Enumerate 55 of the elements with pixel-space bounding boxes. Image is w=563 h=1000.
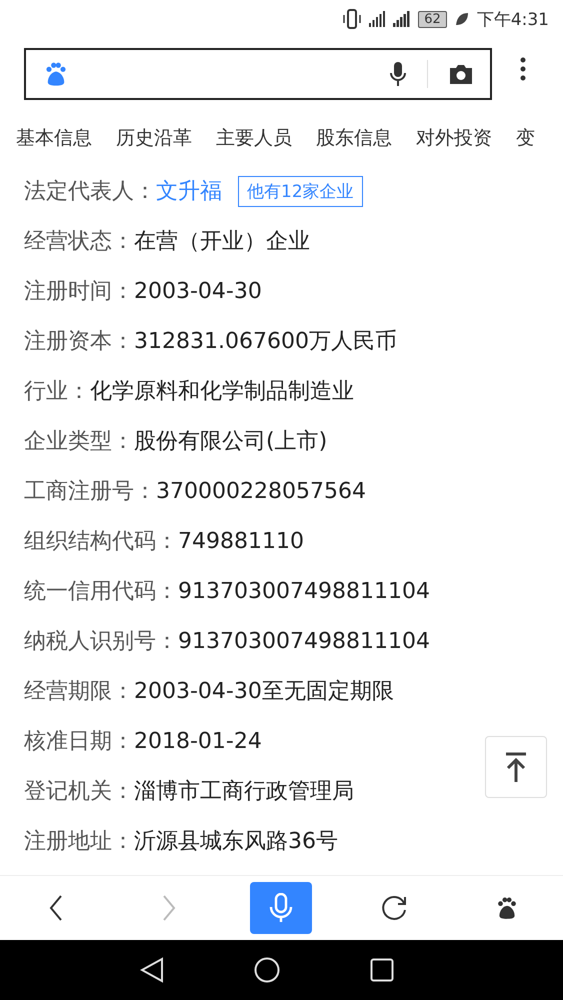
field-value: 化学原料和化学制品制造业 <box>90 378 354 406</box>
forward-icon <box>162 895 176 921</box>
field-label: 统一信用代码： <box>24 578 178 606</box>
field-value: 沂源县城东风路36号 <box>134 828 338 856</box>
field-value: 2003-04-30 <box>134 278 262 304</box>
field-label: 经营期限： <box>24 678 134 706</box>
camera-icon <box>448 63 474 85</box>
field-value: 淄博市工商行政管理局 <box>134 778 354 806</box>
leaf-icon <box>454 12 469 26</box>
section-tab[interactable]: 基本信息 <box>16 116 92 160</box>
search-field[interactable] <box>24 48 492 100</box>
signal-icon <box>393 11 410 27</box>
section-tab[interactable]: 对外投资 <box>416 116 492 160</box>
field-value: 股份有限公司(上市) <box>134 428 328 456</box>
field-label: 登记机关： <box>24 778 134 806</box>
field-value: 913703007498811104 <box>178 628 430 654</box>
field-label: 注册地址： <box>24 828 134 856</box>
signal-icon <box>369 11 386 27</box>
field-label: 法定代表人： <box>24 178 156 206</box>
section-tab[interactable]: 主要人员 <box>216 116 292 160</box>
field-value: 2018-01-24 <box>134 728 262 754</box>
back-to-top-button[interactable] <box>485 736 547 798</box>
field-label: 注册资本： <box>24 328 134 356</box>
field-label: 组织结构代码： <box>24 528 178 556</box>
field-value: 312831.067600万人民币 <box>134 328 397 356</box>
voice-button[interactable] <box>250 882 312 934</box>
home-icon[interactable] <box>254 957 280 983</box>
field-label: 行业： <box>24 378 90 406</box>
field-label: 工商注册号： <box>24 478 156 506</box>
field-label: 注册时间： <box>24 278 134 306</box>
back-icon <box>49 895 64 921</box>
microphone-icon <box>269 893 294 923</box>
field-label: 纳税人识别号： <box>24 628 178 656</box>
field-value: 370000228057564 <box>156 478 366 504</box>
microphone-icon <box>389 61 407 87</box>
back-icon[interactable] <box>140 957 164 983</box>
more-icon[interactable] <box>520 57 526 81</box>
section-tab[interactable]: 变 <box>516 116 535 160</box>
battery-indicator: 62 <box>418 10 447 28</box>
field-value: 2003-04-30至无固定期限 <box>134 678 394 706</box>
company-count-tag[interactable]: 他有12家企业 <box>238 176 363 206</box>
field-label: 企业类型： <box>24 428 134 456</box>
field-value: 913703007498811104 <box>178 578 430 604</box>
section-tab[interactable]: 股东信息 <box>316 116 392 160</box>
field-value: 749881110 <box>178 528 304 554</box>
field-label: 经营状态： <box>24 228 134 256</box>
clock-time: 下午4:31 <box>476 8 549 30</box>
section-tab[interactable]: 历史沿革 <box>116 116 192 160</box>
field-value: 在营（开业）企业 <box>134 228 310 256</box>
recent-apps-icon[interactable] <box>370 958 394 982</box>
vibrate-icon <box>343 9 362 29</box>
arrow-up-icon <box>504 752 528 782</box>
refresh-icon <box>380 894 408 922</box>
field-label: 核准日期： <box>24 728 134 756</box>
person-link[interactable]: 文升福 <box>156 176 222 206</box>
